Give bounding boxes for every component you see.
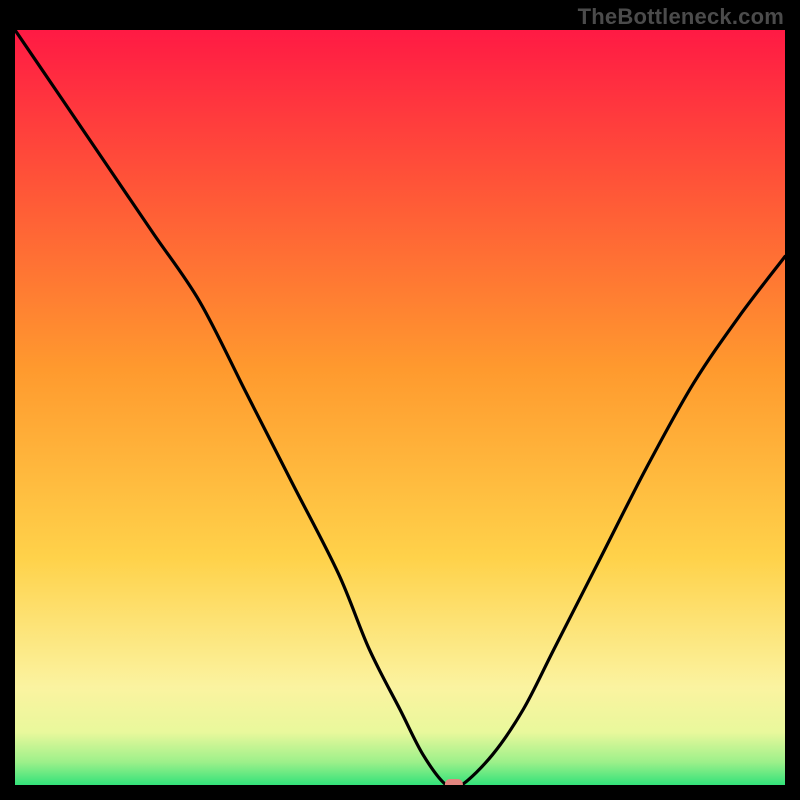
- gradient-background: [15, 30, 785, 785]
- chart-svg: [15, 30, 785, 785]
- watermark-text: TheBottleneck.com: [578, 4, 784, 30]
- bottleneck-chart: [15, 30, 785, 785]
- chart-frame: TheBottleneck.com: [0, 0, 800, 800]
- optimum-marker: [445, 779, 463, 785]
